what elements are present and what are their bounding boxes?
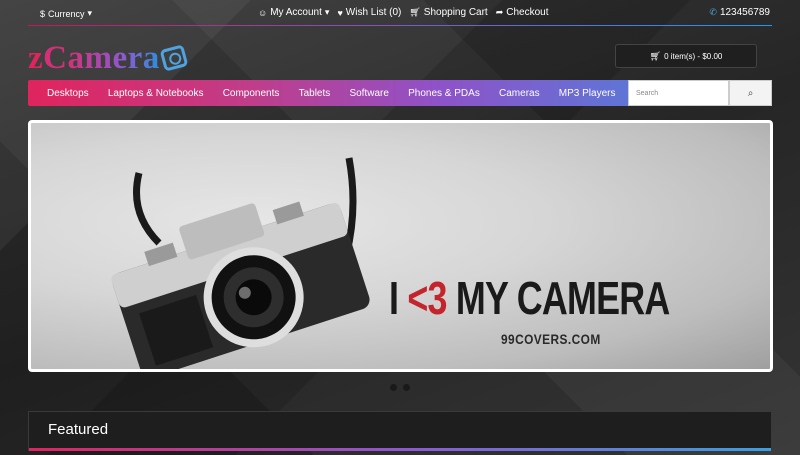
wish-list-label: Wish List (0)	[345, 7, 402, 18]
nav-item-mp3-players[interactable]: MP3 Players	[549, 88, 625, 99]
share-icon: ➦	[495, 7, 504, 17]
slider-dot-2[interactable]	[403, 384, 410, 391]
nav-item-laptops[interactable]: Laptops & Notebooks	[98, 88, 213, 99]
featured-underline	[29, 448, 771, 451]
logo-rest: amera	[67, 40, 160, 76]
search-button[interactable]: ⌕	[729, 80, 772, 106]
slider-pagination	[390, 384, 410, 391]
slide-headline-post: MY CAMERA	[446, 272, 670, 324]
site-logo[interactable]: z Camera	[28, 40, 189, 76]
main-navigation: Desktops Laptops & Notebooks Components …	[28, 80, 772, 106]
checkout-link[interactable]: ➦ Checkout	[496, 7, 549, 18]
nav-item-cameras[interactable]: Cameras	[489, 88, 549, 99]
slide-headline-heart: <3	[407, 272, 447, 324]
top-bar: $ Currency ▾ ☺ My Account ▾ ♥ Wish List …	[28, 0, 772, 26]
slide-subtext: 99COVERS.COM	[501, 331, 601, 347]
cart-icon: 🛒︎	[409, 7, 421, 17]
shopping-cart-label: Shopping Cart	[423, 7, 488, 18]
phone-number: 123456789	[719, 7, 770, 18]
phone-link[interactable]: ✆ 123456789	[709, 7, 770, 18]
my-account-link[interactable]: ☺ My Account ▾	[258, 7, 329, 18]
nav-item-phones[interactable]: Phones & PDAs	[399, 88, 490, 99]
phone-icon: ✆	[709, 7, 717, 17]
featured-title: Featured	[48, 421, 109, 438]
my-account-label: My Account	[270, 7, 322, 18]
slide-headline-pre: I	[389, 272, 408, 324]
nav-item-software[interactable]: Software	[340, 88, 399, 99]
cart-button[interactable]: 🛒︎ 0 item(s) - $0.00	[615, 44, 757, 68]
topbar-divider	[28, 25, 772, 26]
shopping-cart-link[interactable]: 🛒︎ Shopping Cart	[409, 7, 487, 18]
hero-slider[interactable]: I <3 MY CAMERA 99COVERS.COM	[28, 120, 773, 372]
featured-section: Featured	[28, 411, 772, 451]
currency-label: Currency	[48, 8, 85, 19]
camera-logo-icon	[159, 44, 189, 72]
slide-headline: I <3 MY CAMERA	[389, 275, 670, 321]
user-icon: ☺	[258, 7, 268, 18]
heart-icon: ♥	[337, 7, 343, 18]
nav-item-desktops[interactable]: Desktops	[28, 88, 98, 99]
nav-item-tablets[interactable]: Tablets	[289, 88, 340, 99]
search-icon: ⌕	[747, 87, 754, 99]
caret-down-icon: ▾	[324, 7, 330, 17]
camera-image	[111, 157, 370, 369]
logo-z: z	[28, 40, 44, 76]
top-links: ☺ My Account ▾ ♥ Wish List (0) 🛒︎ Shoppi…	[258, 7, 549, 18]
nav-item-components[interactable]: Components	[213, 88, 289, 99]
checkout-label: Checkout	[506, 7, 549, 18]
cart-icon: 🛒︎	[649, 50, 662, 61]
currency-selector[interactable]: $ Currency ▾	[40, 8, 92, 19]
slider-dot-1[interactable]	[390, 384, 397, 391]
cart-label: 0 item(s) - $0.00	[664, 51, 723, 61]
wish-list-link[interactable]: ♥ Wish List (0)	[337, 7, 401, 18]
dollar-icon: $	[40, 8, 46, 19]
caret-down-icon: ▾	[87, 8, 93, 18]
logo-c: C	[43, 40, 68, 76]
search-input[interactable]: Search	[628, 80, 729, 106]
